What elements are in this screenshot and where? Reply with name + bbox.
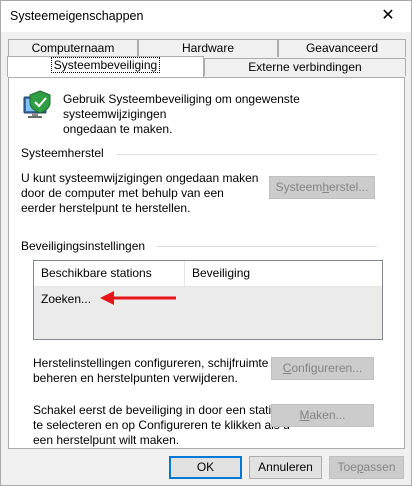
tab-computernaam[interactable]: Computernaam xyxy=(8,39,138,57)
intro-text: Gebruik Systeembeveiliging om ongewenste… xyxy=(63,92,404,137)
create-description: Schakel eerst de beveiliging in door een… xyxy=(33,403,290,448)
apply-button[interactable]: Toepassen xyxy=(329,456,404,479)
button-accelerator: p xyxy=(356,460,364,474)
configure-line: Herstelinstellingen configureren, schijf… xyxy=(33,356,269,370)
intro-line: ongedaan te maken. xyxy=(63,122,173,136)
column-header-stations[interactable]: Beschikbare stations xyxy=(41,266,152,280)
group-divider xyxy=(117,154,377,155)
button-accelerator: h xyxy=(322,180,329,194)
restore-line: eerder herstelpunt te herstellen. xyxy=(21,201,191,215)
intro-line: Gebruik Systeembeveiliging om ongewenste… xyxy=(63,92,300,121)
tab-label: Systeembeveiliging xyxy=(50,57,161,73)
cancel-button[interactable]: Annuleren xyxy=(249,456,322,479)
configure-button[interactable]: Configureren... xyxy=(271,357,374,380)
system-protection-icon xyxy=(20,89,56,121)
button-accelerator: M xyxy=(299,408,310,422)
title-bar: Systeemeigenschappen ✕ xyxy=(1,1,411,32)
create-line: een herstelpunt wilt maken. xyxy=(33,433,180,447)
tab-label: Computernaam xyxy=(31,41,115,55)
configure-description: Herstelinstellingen configureren, schijf… xyxy=(33,356,268,386)
restore-line: U kunt systeemwijzigingen ongedaan maken xyxy=(21,171,259,185)
create-button[interactable]: Maken... xyxy=(271,404,374,427)
configure-line: beheren en herstelpunten verwijderen. xyxy=(33,371,238,385)
tab-systeembeveiliging[interactable]: Systeembeveiliging xyxy=(7,56,204,77)
column-separator[interactable] xyxy=(184,261,185,287)
tab-geavanceerd[interactable]: Geavanceerd xyxy=(278,39,406,57)
button-label: aken... xyxy=(309,408,346,422)
restore-group-title: Systeemherstel xyxy=(21,146,104,160)
restore-line: door de computer met behulp van een xyxy=(21,186,224,200)
tab-externe-verbindingen[interactable]: Externe verbindingen xyxy=(204,58,406,76)
create-line: Schakel eerst de beveiliging in door een… xyxy=(33,403,285,417)
system-properties-window: Systeemeigenschappen ✕ Computernaam Hard… xyxy=(0,0,412,486)
window-title: Systeemeigenschappen xyxy=(10,9,144,23)
tab-hardware[interactable]: Hardware xyxy=(138,39,278,57)
ok-button[interactable]: OK xyxy=(169,456,242,479)
tab-label: Hardware xyxy=(181,41,235,55)
button-label: Systeem xyxy=(275,180,323,194)
tab-label: Externe verbindingen xyxy=(248,60,362,74)
red-arrow-annotation xyxy=(100,291,176,305)
tab-panel: Gebruik Systeembeveiliging om ongewenste… xyxy=(8,77,405,449)
protection-group-title: Beveiligingsinstellingen xyxy=(21,239,146,253)
group-divider xyxy=(157,246,377,247)
list-header: Beschikbare stations Beveiliging xyxy=(34,261,382,287)
restore-description: U kunt systeemwijzigingen ongedaan maken… xyxy=(21,171,258,216)
button-label: Toe xyxy=(337,460,357,474)
button-label: erstel... xyxy=(329,180,369,194)
column-header-beveiliging[interactable]: Beveiliging xyxy=(192,266,250,280)
create-line: te selecteren en op Configureren te klik… xyxy=(33,418,290,432)
button-label: assen xyxy=(363,460,396,474)
system-restore-button[interactable]: Systeemherstel... xyxy=(269,176,375,199)
close-icon[interactable]: ✕ xyxy=(365,1,411,32)
list-item: Zoeken... xyxy=(41,292,92,306)
drives-list[interactable]: Beschikbare stations Beveiliging Zoeken.… xyxy=(33,260,383,340)
button-label: onfigureren... xyxy=(291,361,363,375)
tab-label: Geavanceerd xyxy=(305,41,379,55)
